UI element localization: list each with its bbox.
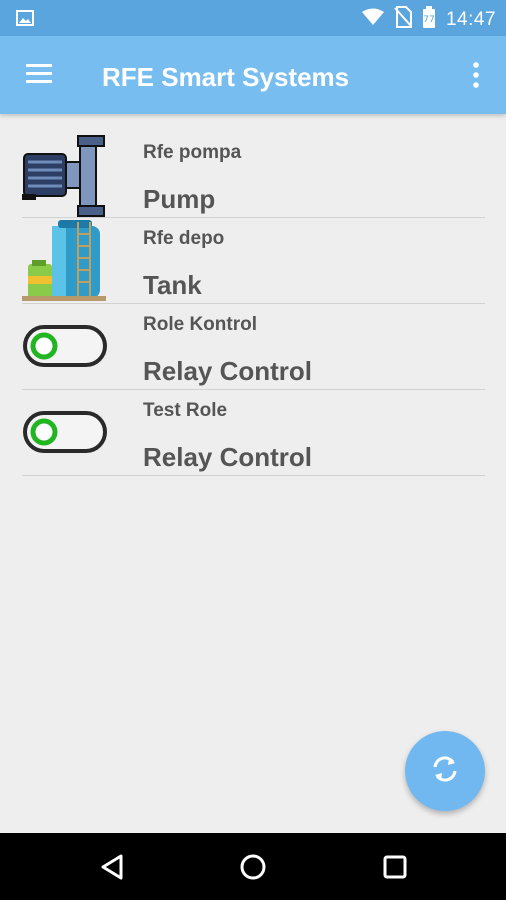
more-vert-icon[interactable] bbox=[472, 62, 484, 90]
image-icon bbox=[16, 10, 34, 31]
device-name: Role Kontrol bbox=[143, 314, 257, 335]
battery-icon: 77 bbox=[422, 6, 436, 33]
status-bar: 77 14:47 bbox=[0, 0, 506, 36]
device-name: Test Role bbox=[143, 400, 228, 421]
pump-icon bbox=[22, 132, 112, 218]
home-icon[interactable] bbox=[238, 852, 268, 882]
device-name: Rfe pompa bbox=[143, 142, 242, 163]
wifi-icon bbox=[361, 8, 384, 31]
no-sim-icon bbox=[394, 6, 412, 33]
device-item-pump[interactable]: Rfe pompa Pump bbox=[22, 132, 485, 218]
device-item-test-relay[interactable]: Test Role Relay Control bbox=[22, 390, 485, 476]
app-title: RFE Smart Systems bbox=[102, 62, 350, 92]
device-list: Rfe pompa Pump Rfe depo Tank Role Kontro… bbox=[22, 132, 485, 476]
toggle-switch-icon[interactable] bbox=[22, 390, 112, 476]
status-time: 14:47 bbox=[445, 8, 496, 30]
svg-text:77: 77 bbox=[423, 15, 434, 25]
recents-icon[interactable] bbox=[380, 852, 410, 882]
device-type: Tank bbox=[143, 270, 202, 300]
device-type: Pump bbox=[143, 184, 216, 214]
tank-icon bbox=[22, 218, 112, 304]
device-item-relay-control[interactable]: Role Kontrol Relay Control bbox=[22, 304, 485, 390]
device-type: Relay Control bbox=[143, 442, 313, 472]
device-item-tank[interactable]: Rfe depo Tank bbox=[22, 218, 485, 304]
device-name: Rfe depo bbox=[143, 228, 225, 249]
device-type: Relay Control bbox=[143, 356, 313, 386]
refresh-icon bbox=[430, 754, 460, 789]
navigation-bar bbox=[0, 833, 506, 900]
toggle-switch-icon[interactable] bbox=[22, 304, 112, 390]
refresh-button[interactable] bbox=[405, 731, 485, 811]
menu-icon[interactable] bbox=[24, 62, 56, 88]
back-icon[interactable] bbox=[98, 852, 128, 882]
app-bar: RFE Smart Systems bbox=[0, 36, 506, 114]
